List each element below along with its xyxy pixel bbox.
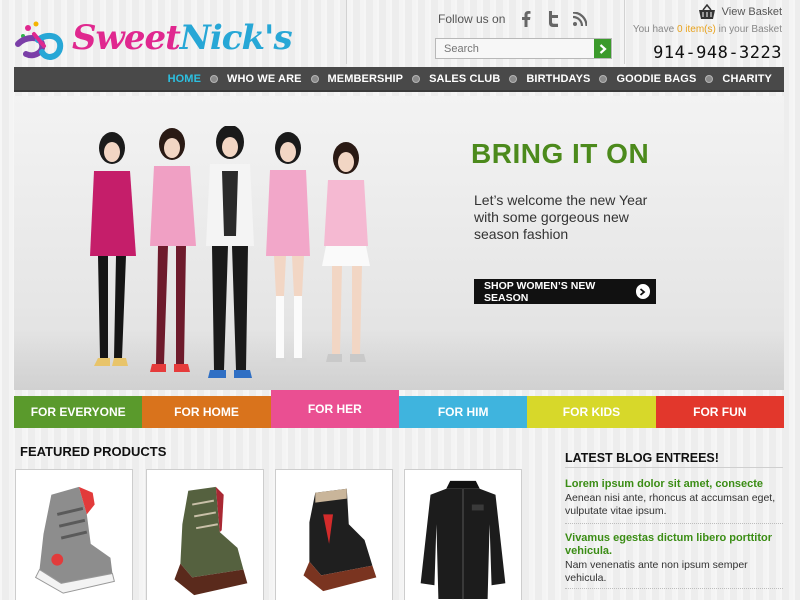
- phone-number: 914-948-3223: [653, 43, 782, 63]
- chevron-right-icon: [599, 43, 607, 54]
- basket-item-count: 0 item(s): [676, 24, 716, 35]
- tab-for-everyone[interactable]: FOR EVERYONE: [14, 396, 143, 428]
- tab-for-kids[interactable]: FOR KIDS: [527, 396, 656, 428]
- twitter-icon[interactable]: [544, 10, 562, 28]
- nav-separator-dot: [310, 74, 319, 83]
- facebook-icon[interactable]: [517, 10, 535, 28]
- view-basket-label: View Basket: [721, 6, 782, 18]
- tab-for-her[interactable]: FOR HER: [270, 390, 399, 428]
- category-tabs: FOR EVERYONE FOR HOME FOR HER FOR HIM FO…: [14, 390, 784, 428]
- rss-icon[interactable]: [571, 10, 589, 28]
- grey-high-top-sneaker-image: [21, 475, 127, 600]
- basket-panel: View Basket You have 0 item(s) in your B…: [612, 4, 782, 63]
- blog-entry-divider: [565, 588, 783, 589]
- nav-item-membership[interactable]: MEMBERSHIP: [328, 73, 404, 85]
- blog-divider: [565, 467, 783, 468]
- main-nav: HOME WHO WE ARE MEMBERSHIP SALES CLUB BI…: [14, 67, 784, 92]
- search-bar: [435, 38, 612, 59]
- nav-item-home[interactable]: HOME: [168, 73, 201, 85]
- tab-for-home[interactable]: FOR HOME: [142, 396, 271, 428]
- nav-item-goodie-bags[interactable]: GOODIE BAGS: [616, 73, 696, 85]
- nav-item-who-we-are[interactable]: WHO WE ARE: [227, 73, 302, 85]
- nav-separator-dot: [210, 74, 219, 83]
- site-logo[interactable]: SweetNick's: [14, 14, 293, 62]
- nav-item-birthdays[interactable]: BIRTHDAYS: [526, 73, 590, 85]
- black-red-boot-image: [281, 475, 387, 600]
- tab-for-him[interactable]: FOR HIM: [398, 396, 528, 428]
- nav-item-charity[interactable]: CHARITY: [722, 73, 772, 85]
- tab-for-fun[interactable]: FOR FUN: [655, 396, 784, 428]
- blog-entry: Lorem ipsum dolor sit amet, consecte Aen…: [565, 478, 783, 518]
- basket-status: You have 0 item(s) in your Basket: [632, 24, 782, 35]
- header-divider: [346, 0, 347, 64]
- search-button[interactable]: [594, 39, 611, 58]
- nav-separator-dot: [509, 74, 518, 83]
- brand-name-part1: Sweet: [72, 18, 181, 58]
- blog-entry-excerpt: Nam venenatis ante non ipsum semper vehi…: [565, 559, 748, 584]
- candy-swirl-logo-icon: [15, 21, 64, 60]
- blog-entry-title-link[interactable]: Vivamus egestas dictum libero porttitor …: [565, 532, 783, 558]
- hero-subtitle: Let’s welcome the new Year with some gor…: [474, 192, 648, 242]
- hero-banner: BRING IT ON Let’s welcome the new Year w…: [14, 96, 784, 390]
- hero-models-photo: [90, 126, 370, 378]
- product-card[interactable]: [15, 469, 133, 600]
- product-card[interactable]: [404, 469, 522, 600]
- black-jacket-image: [410, 475, 516, 600]
- follow-us: Follow us on: [438, 10, 598, 28]
- follow-us-label: Follow us on: [438, 12, 506, 26]
- brand-wordmark: SweetNick's: [72, 18, 293, 58]
- featured-products-title: FEATURED PRODUCTS: [20, 444, 167, 459]
- view-basket-link[interactable]: View Basket: [612, 4, 782, 20]
- nav-separator-dot: [599, 74, 608, 83]
- blog-entry-excerpt: Aenean nisi ante, rhoncus at accumsan eg…: [565, 492, 776, 517]
- search-input[interactable]: [436, 39, 594, 58]
- product-card[interactable]: [275, 469, 393, 600]
- nav-separator-dot: [412, 74, 421, 83]
- hero-cta-label: SHOP WOMEN’S NEW SEASON: [484, 279, 596, 304]
- olive-brown-boot-image: [152, 475, 258, 600]
- brand-name-part2: Nick's: [179, 18, 293, 58]
- arrow-circle-icon: [635, 284, 650, 299]
- blog-entry: Vivamus egestas dictum libero porttitor …: [565, 532, 783, 585]
- nav-item-sales-club[interactable]: SALES CLUB: [429, 73, 500, 85]
- latest-blog-title: LATEST BLOG ENTREES!: [565, 451, 719, 465]
- blog-entry-divider: [565, 523, 783, 524]
- product-card[interactable]: [146, 469, 264, 600]
- blog-entry-title-link[interactable]: Lorem ipsum dolor sit amet, consecte: [565, 478, 783, 491]
- shop-womens-new-season-button[interactable]: SHOP WOMEN’S NEW SEASON: [474, 279, 656, 304]
- nav-separator-dot: [705, 74, 714, 83]
- basket-icon: [698, 4, 715, 19]
- hero-title: BRING IT ON: [471, 138, 650, 169]
